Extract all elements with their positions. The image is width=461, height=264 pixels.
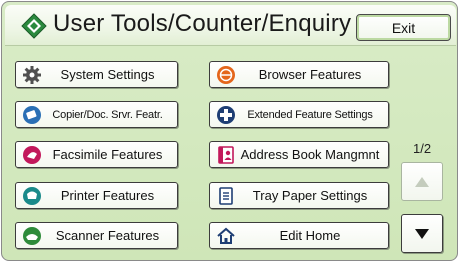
page-title: User Tools/Counter/Enquiry	[53, 10, 352, 37]
tray-paper-icon	[219, 186, 233, 205]
triangle-up-icon	[415, 176, 429, 187]
facsimile-features-label: Facsimile Features	[52, 147, 163, 162]
fax-icon	[23, 145, 41, 164]
address-book-management-label: Address Book Mangmnt	[240, 147, 380, 162]
browser-features-label: Browser Features	[258, 67, 362, 82]
address-book-management-button[interactable]: Address Book Mangmnt	[209, 141, 389, 168]
address-book-icon	[218, 145, 234, 164]
printer-features-button[interactable]: Printer Features	[15, 182, 178, 209]
scanner-features-label: Scanner Features	[55, 228, 160, 243]
edit-home-button[interactable]: Edit Home	[209, 222, 389, 249]
system-settings-label: System Settings	[60, 67, 155, 82]
edit-home-label: Edit Home	[279, 228, 341, 243]
gear-icon	[23, 65, 41, 84]
page-down-button[interactable]	[401, 214, 443, 253]
home-icon	[217, 227, 235, 244]
system-settings-button[interactable]: System Settings	[15, 61, 178, 88]
copier-doc-server-features-button[interactable]: Copier/Doc. Srvr. Featr.	[15, 101, 178, 128]
browser-icon	[217, 65, 235, 84]
facsimile-features-button[interactable]: Facsimile Features	[15, 141, 178, 168]
scanner-icon	[23, 226, 41, 245]
page-indicator: 1/2	[413, 141, 432, 156]
scanner-features-button[interactable]: Scanner Features	[15, 222, 178, 249]
panel-header: User Tools/Counter/Enquiry Exit	[5, 5, 456, 46]
page-up-button[interactable]	[401, 162, 443, 201]
copier-icon	[23, 105, 41, 124]
extended-feature-icon	[217, 105, 235, 124]
exit-button[interactable]: Exit	[356, 14, 451, 41]
tray-paper-settings-button[interactable]: Tray Paper Settings	[209, 182, 389, 209]
browser-features-button[interactable]: Browser Features	[209, 61, 389, 88]
triangle-down-icon	[415, 228, 429, 239]
tray-paper-settings-label: Tray Paper Settings	[252, 188, 368, 203]
user-tools-icon	[21, 13, 47, 39]
extended-feature-settings-label: Extended Feature Settings	[247, 108, 373, 121]
extended-feature-settings-button[interactable]: Extended Feature Settings	[209, 101, 389, 128]
printer-icon	[23, 186, 41, 205]
user-tools-panel: User Tools/Counter/Enquiry Exit System S…	[1, 1, 458, 261]
printer-features-label: Printer Features	[60, 188, 155, 203]
copier-doc-server-features-label: Copier/Doc. Srvr. Featr.	[52, 108, 163, 121]
